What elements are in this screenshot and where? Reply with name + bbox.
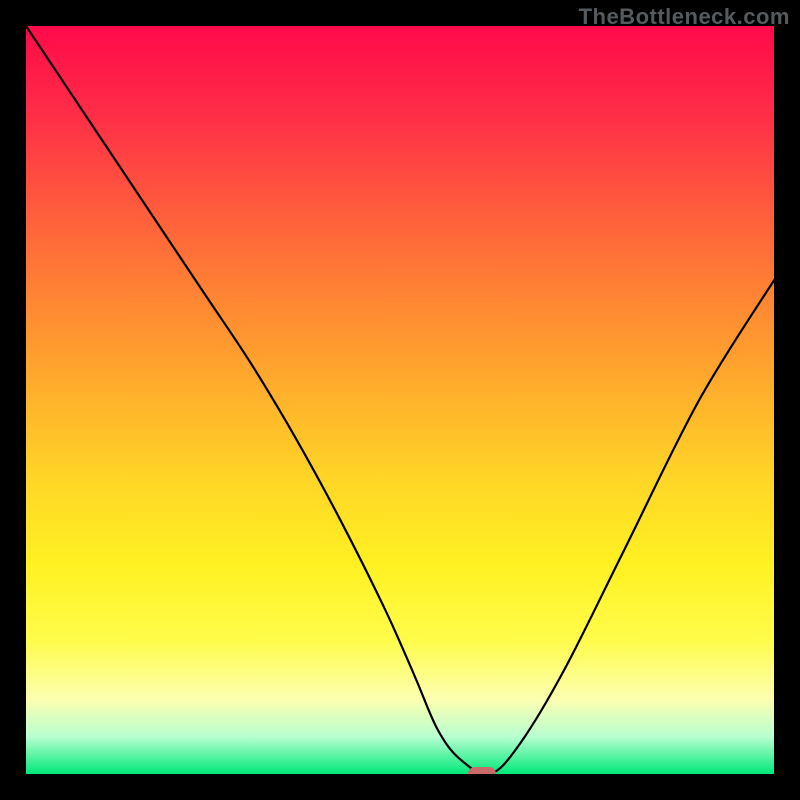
bottleneck-curve <box>26 26 774 774</box>
plot-area <box>26 26 774 774</box>
watermark-text: TheBottleneck.com <box>579 4 790 30</box>
optimal-point-marker <box>468 767 496 774</box>
chart-frame: TheBottleneck.com <box>0 0 800 800</box>
